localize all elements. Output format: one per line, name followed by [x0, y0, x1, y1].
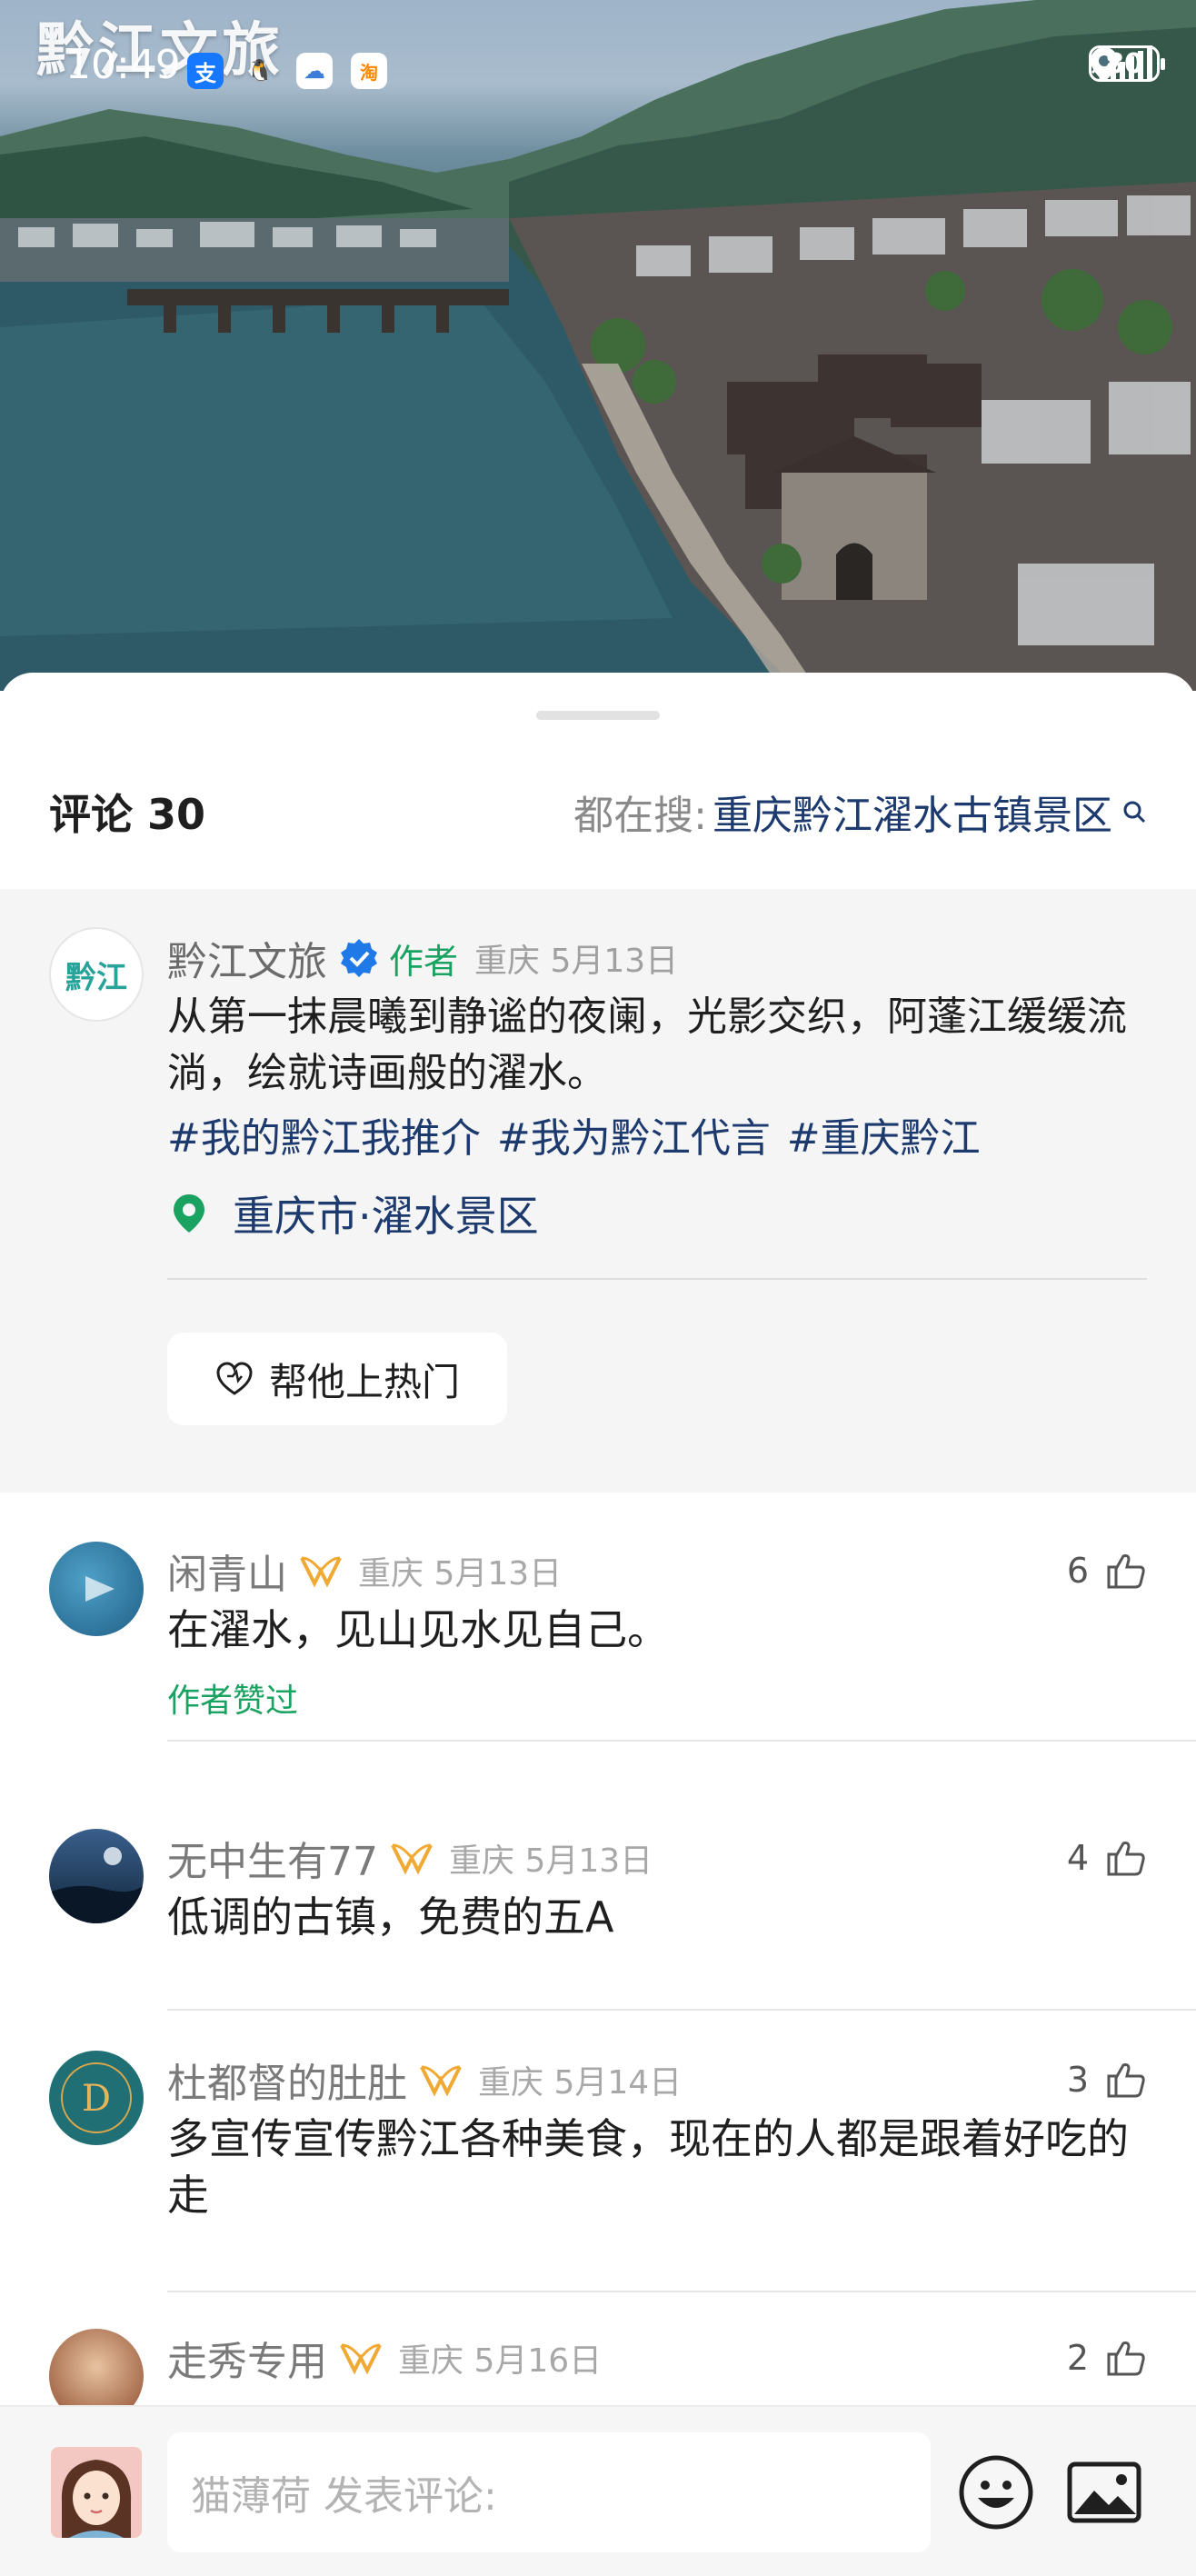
- comment-input-placeholder: 猫薄荷 发表评论:: [191, 2473, 497, 2520]
- comment-input[interactable]: 猫薄荷 发表评论:: [167, 2432, 931, 2552]
- post-text: 从第一抹晨曦到静谧的夜阑，光影交织，阿蓬江缓缓流淌，绘就诗画般的濯水。: [167, 993, 1127, 1096]
- author-avatar[interactable]: 黔江: [49, 927, 144, 1022]
- author-meta: 黔江文旅 作者 重庆 5月13日: [167, 929, 678, 987]
- comment-location-date: 重庆 5月14日: [478, 2064, 683, 2102]
- verified-badge-icon: [341, 939, 377, 977]
- comment-text: 在濯水，见山见水见自己。: [167, 1605, 669, 1654]
- like-count: 2: [1066, 2338, 1089, 2378]
- comments-count: 评论 30: [49, 790, 206, 839]
- avatar-art: D: [61, 2062, 132, 2133]
- thumbs-up-icon: [1107, 1842, 1145, 1876]
- comments-header: 评论 30 都在搜: 重庆黔江濯水古镇景区: [49, 780, 1147, 844]
- comment-location-date: 重庆 5月13日: [449, 1842, 653, 1880]
- commenter-name[interactable]: 走秀专用: [167, 2329, 327, 2387]
- comment-meta: 走秀专用 重庆 5月16日: [167, 2329, 602, 2387]
- status-time: 10:49: [65, 42, 181, 88]
- comment-text: 多宣传宣传黔江各种美食，现在的人都是跟着好吃的走: [167, 2114, 1129, 2220]
- search-prefix: 都在搜:: [573, 793, 707, 839]
- boost-button[interactable]: 帮他上热门: [167, 1333, 507, 1425]
- author-avatar-logo: 黔江: [65, 959, 127, 996]
- like-button[interactable]: 4: [1067, 1838, 1147, 1878]
- emoji-icon[interactable]: [958, 2454, 1034, 2531]
- comment-input-bar: 猫薄荷 发表评论:: [0, 2405, 1196, 2576]
- my-avatar[interactable]: [51, 2447, 142, 2538]
- thumbs-up-icon: [1107, 2063, 1145, 2098]
- comment-meta: 闲青山 重庆 5月13日: [167, 1542, 562, 1600]
- hashtag-link[interactable]: #我为黔江代言: [497, 1105, 771, 1163]
- like-count: 3: [1066, 2060, 1089, 2100]
- vip-badge-icon: [391, 1843, 433, 1875]
- comment-item: 走秀专用 重庆 5月16日 2: [0, 2329, 1196, 2423]
- comment-item: 无中生有77 重庆 5月13日 4 低调的古镇，免费的五A: [0, 1829, 1196, 2011]
- status-app-icons: 支 🐧 ☁ 淘: [187, 53, 387, 89]
- thumbs-up-icon: [1107, 1554, 1145, 1589]
- svg-text:D: D: [82, 2078, 111, 2120]
- commenter-avatar[interactable]: [49, 1542, 144, 1636]
- commenter-name[interactable]: 无中生有77: [167, 1829, 378, 1887]
- comment-divider: [167, 2009, 1196, 2011]
- hashtag-link[interactable]: #我的黔江我推介: [167, 1105, 481, 1163]
- sheet-drag-handle[interactable]: [536, 711, 660, 720]
- heart-boost-icon: [216, 1362, 253, 1395]
- like-count: 6: [1066, 1551, 1089, 1591]
- status-indicators: 80: [1089, 45, 1165, 82]
- vip-badge-icon: [300, 1556, 342, 1588]
- comment-divider: [167, 1740, 1196, 1742]
- qq-icon: 🐧: [246, 58, 274, 84]
- my-avatar-art: [51, 2447, 142, 2538]
- commenter-name[interactable]: 杜都督的肚肚: [167, 2051, 407, 2109]
- cloud-icon: ☁: [296, 53, 333, 89]
- author-post: 黔江 黔江文旅 作者 重庆 5月13日 从第一抹晨曦到静谧的夜阑，光影交织，阿蓬…: [0, 889, 1196, 1493]
- like-button[interactable]: 3: [1067, 2060, 1147, 2100]
- scenery-illustration: [0, 0, 1196, 691]
- author-tag: 作者: [389, 941, 459, 982]
- battery-indicator: 80: [1089, 45, 1165, 82]
- vip-badge-icon: [420, 2065, 462, 2097]
- author-liked-label: 作者赞过: [167, 1682, 299, 1720]
- comment-text: 低调的古镇，免费的五A: [167, 1892, 614, 1942]
- video-frame[interactable]: 黔江文旅 10:49 支 🐧 ☁ 淘 80: [0, 0, 1196, 691]
- like-button[interactable]: 6: [1067, 1551, 1147, 1591]
- alipay-icon: 支: [187, 53, 224, 89]
- post-hashtags: #我的黔江我推介 #我为黔江代言 #重庆黔江: [167, 1105, 981, 1163]
- location-pin-icon: [174, 1194, 204, 1233]
- like-button[interactable]: 2: [1067, 2338, 1147, 2378]
- comment-item: 闲青山 重庆 5月13日 6 在濯水，见山见水见自己。 作者赞过: [0, 1542, 1196, 1742]
- author-name[interactable]: 黔江文旅: [167, 929, 327, 987]
- like-count: 4: [1066, 1838, 1089, 1878]
- image-icon[interactable]: [1067, 2461, 1141, 2523]
- comment-item: D 杜都督的肚肚 重庆 5月14日 3 多宣传宣传黔江各种美食，现在的人都是跟着…: [0, 2051, 1196, 2292]
- search-icon: [1123, 801, 1146, 824]
- avatar-art: [49, 1847, 144, 1923]
- commenter-avatar[interactable]: [49, 1829, 144, 1923]
- post-divider: [167, 1278, 1147, 1280]
- comment-meta: 杜都督的肚肚 重庆 5月14日: [167, 2051, 682, 2109]
- commenter-avatar[interactable]: D: [49, 2051, 144, 2145]
- thumbs-up-icon: [1107, 2341, 1145, 2376]
- boost-label: 帮他上热门: [268, 1359, 460, 1404]
- comment-location-date: 重庆 5月13日: [358, 1555, 563, 1593]
- comment-divider: [167, 2291, 1196, 2292]
- post-location-link[interactable]: 重庆市·濯水景区: [171, 1183, 539, 1243]
- comment-location-date: 重庆 5月16日: [398, 2342, 603, 2380]
- trending-search-link[interactable]: 都在搜: 重庆黔江濯水古镇景区: [573, 783, 1147, 841]
- vip-badge-icon: [340, 2343, 382, 2375]
- avatar-art: [85, 1576, 115, 1602]
- location-label: 重庆市·濯水景区: [233, 1192, 539, 1241]
- comments-sheet: 评论 30 都在搜: 重庆黔江濯水古镇景区 黔江 黔江文旅 作者 重庆 5月13…: [0, 673, 1196, 2574]
- search-keyword[interactable]: 重庆黔江濯水古镇景区: [713, 783, 1112, 841]
- commenter-name[interactable]: 闲青山: [167, 1542, 287, 1600]
- comment-meta: 无中生有77 重庆 5月13日: [167, 1829, 653, 1887]
- taobao-icon: 淘: [351, 53, 387, 89]
- post-location-date: 重庆 5月13日: [474, 943, 679, 980]
- hashtag-link[interactable]: #重庆黔江: [787, 1105, 981, 1163]
